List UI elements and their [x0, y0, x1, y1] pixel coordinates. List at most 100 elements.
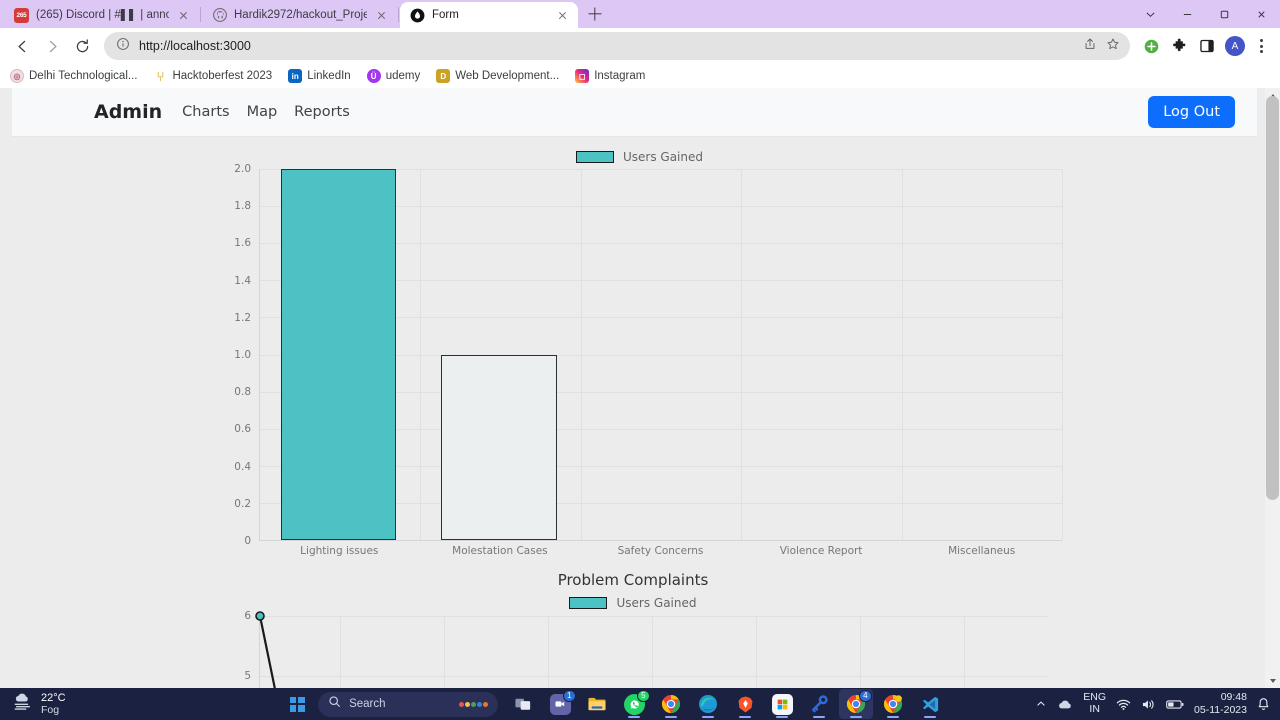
- bookmark-webdev[interactable]: D Web Development...: [436, 69, 559, 83]
- forward-icon[interactable]: [38, 32, 66, 60]
- search-input[interactable]: Search: [318, 691, 499, 717]
- add-green-icon[interactable]: [1138, 32, 1164, 60]
- taskbar-app-chrome-a[interactable]: 4: [839, 689, 874, 719]
- nav-link-reports[interactable]: Reports: [294, 104, 350, 120]
- avatar[interactable]: A: [1222, 32, 1248, 60]
- share-icon[interactable]: [1083, 37, 1097, 56]
- speaker-icon[interactable]: [1141, 698, 1156, 711]
- chevron-down-icon[interactable]: [1132, 0, 1169, 28]
- taskbar-app-microsoft-store[interactable]: [765, 689, 799, 719]
- puzzle-icon[interactable]: [1166, 32, 1192, 60]
- cloud-icon[interactable]: [1057, 698, 1073, 711]
- weather-temperature: 22°C: [41, 691, 66, 704]
- close-icon[interactable]: [555, 8, 570, 23]
- tab-strip: 265 (265) Discord | #▌▌ | announce Hardi…: [0, 0, 1280, 28]
- taskbar-center: Search 1 5 4: [284, 689, 947, 719]
- y-tick: 0.2: [234, 497, 251, 510]
- taskbar-app-file-explorer[interactable]: [580, 689, 614, 719]
- bar-lighting-issues[interactable]: [280, 169, 397, 540]
- battery-icon[interactable]: [1166, 699, 1184, 710]
- x-axis-labels: Lighting issues Molestation Cases Safety…: [259, 545, 1062, 557]
- taskbar-app-vs-code[interactable]: [913, 689, 947, 719]
- kebab-menu-icon[interactable]: [1250, 32, 1272, 60]
- clock[interactable]: 09:48 05-11-2023: [1194, 691, 1247, 717]
- url-text: http://localhost:3000: [139, 39, 251, 53]
- y-tick: 1.2: [234, 311, 251, 324]
- close-icon[interactable]: [1243, 0, 1280, 28]
- language-indicator[interactable]: ENG IN: [1083, 692, 1106, 715]
- dtu-icon: ◎: [10, 69, 24, 83]
- sidepanel-icon[interactable]: [1194, 32, 1220, 60]
- bell-icon[interactable]: [1257, 697, 1270, 711]
- web-page: Admin Charts Map Reports Log Out Users G…: [12, 88, 1257, 688]
- chrome-icon: 4: [846, 689, 872, 715]
- vs-code-icon: [920, 694, 941, 715]
- nav-link-map[interactable]: Map: [247, 104, 278, 120]
- logout-button[interactable]: Log Out: [1148, 96, 1235, 128]
- bar-molestation-cases[interactable]: [441, 354, 557, 540]
- bookmark-linkedin[interactable]: in LinkedIn: [288, 69, 351, 83]
- taskbar-app-chrome-b[interactable]: [876, 689, 910, 719]
- address-bar[interactable]: http://localhost:3000: [104, 32, 1130, 60]
- bookmark-dtu[interactable]: ◎ Delhi Technological...: [10, 69, 137, 83]
- taskbar-app-chrome[interactable]: [654, 689, 688, 719]
- page-scrollbar[interactable]: [1265, 88, 1280, 688]
- hacktoberfest-icon: ⑂: [156, 68, 165, 84]
- bookmark-label: LinkedIn: [307, 70, 351, 82]
- tab-title: Form: [432, 9, 459, 21]
- taskbar-app-whatsapp[interactable]: 5: [617, 689, 651, 719]
- browser-tab-github[interactable]: Hardik2972/hackout_Project: [202, 2, 397, 28]
- x-label: Violence Report: [779, 545, 863, 557]
- clock-time: 09:48: [1220, 690, 1247, 703]
- maximize-icon[interactable]: [1206, 0, 1243, 28]
- x-label: Molestation Cases: [452, 545, 548, 557]
- line-series: [255, 611, 276, 688]
- minimize-icon[interactable]: [1169, 0, 1206, 28]
- bookmark-hacktoberfest[interactable]: ⑂ Hacktoberfest 2023: [153, 68, 273, 84]
- file-explorer-icon: [587, 694, 608, 715]
- gridline: [901, 169, 903, 540]
- browser-tab-discord[interactable]: 265 (265) Discord | #▌▌ | announce: [4, 2, 199, 28]
- y-axis: 6 5: [217, 610, 251, 688]
- gridline: [580, 169, 582, 540]
- search-icon: [328, 695, 341, 713]
- taskbar-app-edge[interactable]: [691, 689, 725, 719]
- browser-tab-form[interactable]: Form: [400, 2, 578, 28]
- caret-down-icon[interactable]: [1265, 673, 1280, 688]
- form-icon: [410, 8, 425, 23]
- chevron-up-icon[interactable]: [1035, 698, 1047, 710]
- nav-link-charts[interactable]: Charts: [182, 104, 229, 120]
- close-icon[interactable]: [176, 8, 191, 23]
- bookmark-instagram[interactable]: ◻ Instagram: [575, 69, 645, 83]
- back-icon[interactable]: [8, 32, 36, 60]
- linkedin-icon: in: [288, 69, 303, 83]
- reload-icon[interactable]: [68, 32, 96, 60]
- wifi-icon[interactable]: [1116, 698, 1131, 711]
- bookmark-udemy[interactable]: Ü udemy: [366, 69, 420, 83]
- plot-canvas: [255, 611, 1049, 688]
- scrollbar-thumb[interactable]: [1266, 96, 1279, 500]
- search-placeholder: Search: [349, 698, 386, 710]
- tab-divider: [398, 6, 399, 22]
- weather-widget[interactable]: 22°C Fog: [0, 692, 240, 717]
- legend-swatch: [575, 151, 614, 163]
- legend-label: Users Gained: [616, 596, 697, 610]
- taskbar-app-task-view[interactable]: [506, 689, 540, 719]
- start-button[interactable]: [284, 691, 310, 717]
- page-viewport: Admin Charts Map Reports Log Out Users G…: [0, 88, 1280, 688]
- info-circle-icon[interactable]: [116, 37, 130, 56]
- bar-chart: Users Gained 2.0 1.8 1.6 1.4 1.2 1.0 0.8…: [12, 137, 1257, 557]
- y-axis: 2.0 1.8 1.6 1.4 1.2 1.0 0.8 0.6 0.4 0.2 …: [217, 163, 251, 547]
- system-tray: ENG IN 09:48 05-11-2023: [1035, 691, 1280, 717]
- gridline: [1062, 169, 1063, 540]
- taskbar-app-brave[interactable]: [728, 689, 762, 719]
- taskbar-app-vpn-key[interactable]: [802, 689, 836, 719]
- y-tick: 1.6: [234, 237, 251, 250]
- discord-icon: 265: [14, 7, 29, 23]
- star-icon[interactable]: [1106, 37, 1120, 56]
- close-icon[interactable]: [374, 8, 389, 23]
- taskbar-app-teams[interactable]: 1: [543, 689, 577, 719]
- bookmarks-bar: ◎ Delhi Technological... ⑂ Hacktoberfest…: [0, 64, 1280, 88]
- window-controls: [1132, 0, 1280, 28]
- new-tab-button[interactable]: [582, 1, 608, 27]
